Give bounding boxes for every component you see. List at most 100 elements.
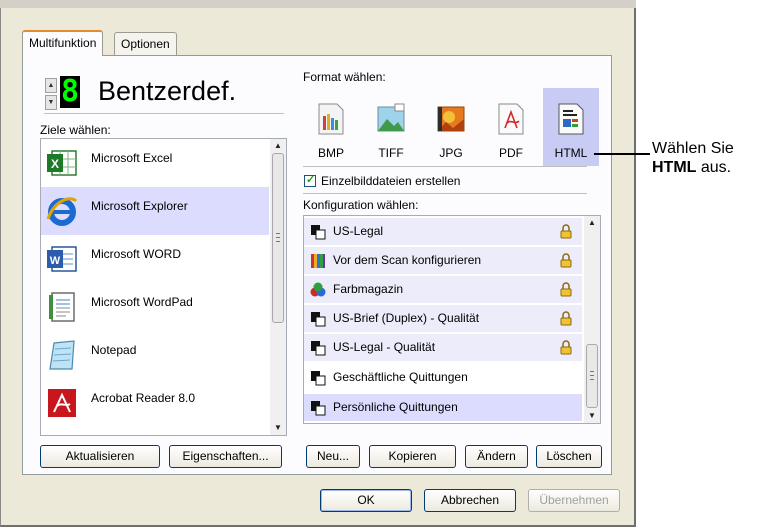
scan-settings-icon [311, 312, 326, 327]
destination-scrollbar[interactable]: ▲ ▼ [270, 139, 286, 435]
scroll-down-button[interactable]: ▼ [270, 421, 286, 435]
scroll-up-button[interactable]: ▲ [584, 216, 600, 230]
bmp-file-icon [318, 103, 344, 135]
word-icon: W [47, 246, 77, 272]
config-item-us-legal-qualitaet[interactable]: US-Legal - Qualität [304, 334, 582, 361]
wordpad-icon [49, 292, 75, 322]
config-item-geschaeftliche-quittungen[interactable]: Geschäftliche Quittungen [304, 364, 582, 391]
scroll-down-button[interactable]: ▼ [584, 409, 600, 423]
list-item-word[interactable]: W Microsoft WORD [41, 235, 269, 283]
format-label-bmp: BMP [317, 146, 344, 160]
ok-button[interactable]: OK [320, 489, 412, 512]
lock-icon [560, 224, 572, 239]
callout-text-line1: Wählen Sie [652, 140, 734, 157]
tab-optionen[interactable]: Optionen [114, 32, 177, 55]
new-button[interactable]: Neu... [306, 445, 360, 468]
window-top-border [0, 0, 636, 8]
configuration-label: Konfiguration wählen: [303, 198, 419, 212]
list-item-label: Acrobat Reader 8.0 [91, 391, 196, 405]
preset-spinner: ▲ ▼ [45, 78, 57, 110]
cancel-button[interactable]: Abbrechen [424, 489, 516, 512]
spinner-up-button[interactable]: ▲ [45, 78, 57, 93]
copy-button[interactable]: Kopieren [369, 445, 456, 468]
scan-settings-icon [311, 401, 326, 416]
lock-icon [560, 311, 572, 326]
color-magazine-icon [310, 282, 326, 297]
config-item-us-legal[interactable]: US-Legal [304, 218, 582, 245]
list-item-wordpad[interactable]: Microsoft WordPad [41, 283, 269, 331]
format-selector: BMP TIFF JPG PDF HTML [303, 88, 603, 166]
apply-button: Übernehmen [528, 489, 620, 512]
scroll-up-button[interactable]: ▲ [270, 139, 286, 153]
format-label-jpg: JPG [439, 146, 463, 160]
scroll-thumb[interactable] [586, 344, 598, 408]
config-item-label: Vor dem Scan konfigurieren [333, 253, 482, 267]
destination-list[interactable]: X Microsoft Excel Microsoft Explorer W M… [40, 138, 287, 436]
jpg-file-icon [437, 106, 465, 132]
format-jpg[interactable]: JPG [423, 88, 479, 166]
format-html[interactable]: HTML [543, 88, 599, 166]
callout-text-line2: HTML aus. [652, 159, 731, 177]
preset-led-digit: 8 [60, 74, 80, 109]
scroll-thumb[interactable] [272, 153, 284, 323]
format-label-tiff: TIFF [378, 146, 404, 160]
lock-icon [560, 282, 572, 297]
checkmark-icon: ✓ [306, 174, 316, 186]
list-item-explorer[interactable]: Microsoft Explorer [41, 187, 269, 235]
list-item-notepad[interactable]: Notepad [41, 331, 269, 379]
callout-bold-text: HTML [652, 159, 697, 176]
acrobat-icon [48, 389, 76, 417]
config-item-vor-dem-scan[interactable]: Vor dem Scan konfigurieren [304, 247, 582, 274]
divider [303, 193, 587, 194]
notepad-icon [49, 340, 75, 370]
config-item-label: Persönliche Quittungen [333, 400, 458, 414]
config-item-label: Geschäftliche Quittungen [333, 370, 468, 384]
list-item-label: Microsoft Explorer [91, 199, 188, 213]
single-files-checkbox[interactable]: ✓ [304, 174, 316, 187]
excel-icon: X [47, 150, 77, 176]
list-item-label: Microsoft WORD [91, 247, 181, 261]
format-tiff[interactable]: TIFF [363, 88, 419, 166]
configuration-list[interactable]: US-Legal Vor dem Scan konfigurieren Farb… [303, 215, 601, 424]
delete-button[interactable]: Löschen [536, 445, 602, 468]
format-label: Format wählen: [303, 70, 386, 84]
config-item-label: US-Brief (Duplex) - Qualität [333, 311, 480, 325]
scan-settings-icon [311, 371, 326, 386]
list-item-label: Microsoft WordPad [91, 295, 193, 309]
format-pdf[interactable]: PDF [483, 88, 539, 166]
callout-leader-line [594, 153, 650, 155]
list-item-acrobat[interactable]: Acrobat Reader 8.0 [41, 379, 269, 427]
svg-text:X: X [51, 157, 59, 171]
properties-button[interactable]: Eigenschaften... [169, 445, 282, 468]
lock-icon [560, 253, 572, 268]
svg-text:W: W [50, 255, 61, 267]
configure-before-scan-icon [311, 254, 325, 268]
destinations-label: Ziele wählen: [40, 123, 111, 137]
list-item-label: Microsoft Excel [91, 151, 173, 165]
format-label-pdf: PDF [499, 146, 523, 160]
edit-button[interactable]: Ändern [465, 445, 528, 468]
config-item-farbmagazin[interactable]: Farbmagazin [304, 276, 582, 303]
format-bmp[interactable]: BMP [303, 88, 359, 166]
pdf-file-icon [498, 103, 524, 135]
internet-explorer-icon [46, 197, 78, 226]
format-label-html: HTML [554, 146, 588, 160]
configuration-scrollbar[interactable]: ▲ ▼ [584, 216, 600, 423]
single-files-checkbox-label[interactable]: Einzelbilddateien erstellen [321, 174, 460, 188]
callout-text-rest: aus. [696, 159, 732, 176]
divider [44, 113, 284, 114]
tiff-file-icon [377, 103, 405, 132]
config-item-label: US-Legal [333, 224, 384, 238]
spinner-down-button[interactable]: ▼ [45, 95, 57, 110]
scan-settings-icon [311, 225, 326, 240]
config-item-us-brief-duplex[interactable]: US-Brief (Duplex) - Qualität [304, 305, 582, 332]
divider [303, 166, 587, 167]
html-file-icon [558, 103, 584, 135]
config-item-label: US-Legal - Qualität [333, 340, 436, 354]
config-item-persoenliche-quittungen[interactable]: Persönliche Quittungen [304, 394, 582, 421]
tab-multifunktion[interactable]: Multifunktion [22, 30, 104, 56]
preset-name: Bentzerdef. [98, 76, 237, 106]
refresh-button[interactable]: Aktualisieren [40, 445, 160, 468]
lock-icon [560, 340, 572, 355]
list-item-excel[interactable]: X Microsoft Excel [41, 139, 269, 187]
